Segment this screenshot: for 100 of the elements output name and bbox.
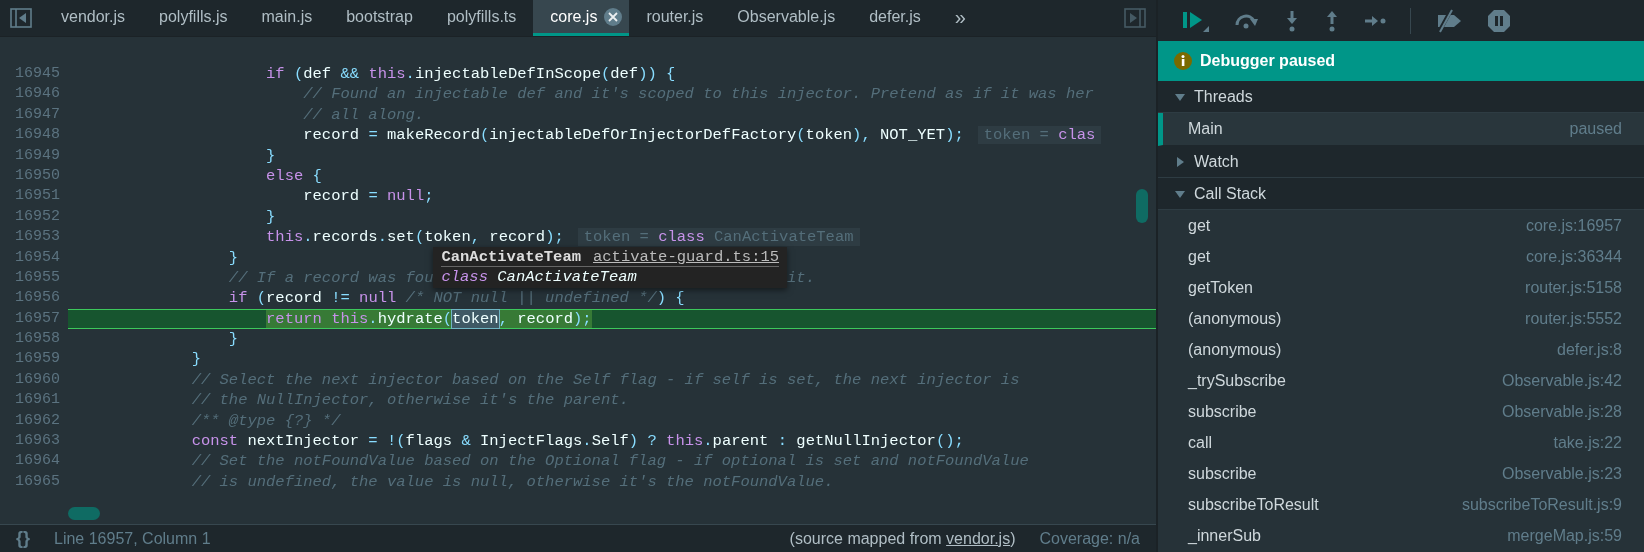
line-number[interactable]: 16951	[0, 186, 68, 207]
code-line: // the NullInjector, otherwise it's the parent.	[191, 391, 629, 410]
pretty-print-button[interactable]: {}	[16, 525, 30, 552]
frame-name[interactable]: (anonymous)	[1188, 337, 1282, 362]
code-line: }	[228, 248, 239, 267]
up-arrow-icon[interactable]	[1324, 9, 1340, 32]
line-number[interactable]: 16949	[0, 145, 68, 166]
line-number[interactable]: 16963	[0, 431, 68, 452]
code-line: if (record != null /* NOT null || undefined */) {	[228, 289, 685, 308]
overflow-button[interactable]: »	[937, 0, 983, 36]
frame-location[interactable]: take.js:22	[1553, 430, 1622, 455]
frame-name[interactable]: get	[1188, 213, 1211, 238]
frame-location[interactable]: core.js:16957	[1525, 213, 1622, 238]
code-line: }	[266, 207, 276, 226]
line-number[interactable]: 16961	[0, 390, 68, 411]
thread-status: paused	[1569, 119, 1622, 139]
code-line: // Select the next injector based on the Self flag - if self is set, the next injector is	[191, 370, 1020, 389]
banner-text: Debugger paused	[1200, 51, 1336, 71]
threads-header[interactable]: Threads	[1158, 81, 1644, 113]
line-number[interactable]: 16946	[0, 84, 68, 105]
frame-location[interactable]: router.js:5552	[1525, 306, 1622, 331]
info-icon	[1174, 52, 1192, 70]
line-number[interactable]: 16955	[0, 267, 68, 289]
file-tab[interactable]: core.js	[533, 0, 630, 36]
pause-icon[interactable]	[1487, 8, 1511, 33]
section-title: Call Stack	[1194, 183, 1267, 204]
file-tab[interactable]: Observable.js	[720, 0, 853, 36]
line-number[interactable]: 16952	[0, 206, 68, 228]
frame-name[interactable]: call	[1188, 430, 1212, 455]
frame-location[interactable]: mergeMap.js:59	[1507, 523, 1622, 548]
scrollbar-thumb[interactable]	[68, 507, 100, 520]
line-number[interactable]: 16948	[0, 125, 68, 146]
code-line: this.records.set(token, record);	[266, 228, 564, 247]
frame-name[interactable]: subscribeToResult	[1188, 492, 1319, 517]
file-tab[interactable]: router.js	[629, 0, 721, 36]
code-line: }	[191, 350, 201, 369]
call-stack-header[interactable]: Call Stack	[1158, 178, 1644, 210]
watch-header[interactable]: Watch	[1158, 146, 1644, 178]
frame-location[interactable]: Observable.js:42	[1501, 368, 1622, 393]
code-line: }	[228, 330, 239, 349]
code-line: /** @type {?} */	[191, 411, 341, 430]
file-tab[interactable]: polyfills.ts	[429, 0, 534, 36]
line-number[interactable]: 16958	[0, 329, 68, 350]
frame-location[interactable]: core.js:36344	[1525, 244, 1622, 269]
code-line: // If a record was fou	[228, 268, 434, 287]
code-line: // Set the notFoundValue based on the Optional flag - if optional is set and notFoundValue	[191, 452, 1029, 471]
code-line: // is undefined, the value is null, otherwise it's the notFoundValue.	[191, 472, 834, 491]
frame-name[interactable]: (anonymous)	[1188, 306, 1282, 331]
file-tab[interactable]: polyfills.js	[142, 0, 245, 36]
code-line: // Found an injectable def and it's scoped to this injector. Pretend as if it was her	[303, 85, 1094, 104]
line-number[interactable]: 16962	[0, 410, 68, 432]
cursor-position: Line 16957, Column 1	[54, 528, 211, 549]
down-arrow-icon[interactable]	[1284, 9, 1300, 32]
line-number[interactable]: 16956	[0, 288, 68, 309]
section-title: Watch	[1194, 151, 1239, 172]
frame-name[interactable]: get	[1188, 244, 1211, 269]
frame-location[interactable]: subscribeToResult.js:9	[1461, 492, 1622, 517]
tooltip-title: CanActivateTeam	[441, 247, 581, 266]
sidebar-toggle-icon[interactable]	[1124, 8, 1146, 28]
coverage-label: Coverage: n/a	[1039, 528, 1140, 549]
scrollbar-thumb[interactable]	[1136, 189, 1148, 223]
frame-name[interactable]: subscribe	[1188, 399, 1257, 424]
code-line: // all along.	[303, 105, 425, 124]
file-tab[interactable]: main.js	[244, 0, 330, 36]
code-line: record = null;	[303, 187, 434, 206]
file-tab[interactable]: vendor.js	[44, 0, 143, 36]
section-title: Threads	[1194, 86, 1253, 107]
line-number[interactable]: 16953	[0, 227, 68, 248]
file-tab[interactable]: bootstrap	[329, 0, 430, 36]
frame-name[interactable]: _innerSub	[1188, 523, 1261, 548]
line-number[interactable]: 16945	[0, 64, 68, 85]
line-number[interactable]: 16950	[0, 165, 68, 187]
frame-location[interactable]: router.js:5158	[1525, 275, 1622, 300]
frame-name[interactable]: subscribe	[1188, 461, 1257, 486]
code-line: }	[266, 146, 276, 165]
crossed-tag-icon[interactable]	[1435, 8, 1463, 33]
sidebar-toggle-icon[interactable]	[10, 8, 32, 28]
line-number[interactable]: 16947	[0, 104, 68, 126]
line-number[interactable]: 16960	[0, 369, 68, 391]
source-link[interactable]: vendor.js	[946, 529, 1011, 547]
code-line: if (def && this.injectableDefInScope(def)) {	[266, 65, 676, 83]
code-line: it.	[787, 268, 815, 287]
thread-name: Main	[1188, 119, 1223, 139]
collapsed-triangle-icon[interactable]	[1174, 155, 1186, 168]
close-icon[interactable]	[603, 6, 624, 27]
class-signature: class CanActivateTeam	[441, 268, 637, 287]
line-number[interactable]: 16965	[0, 471, 68, 493]
frame-name[interactable]: getToken	[1188, 275, 1253, 300]
line-number[interactable]: 16959	[0, 349, 68, 370]
source-link[interactable]: activate-guard.ts:15	[593, 247, 780, 266]
frame-location[interactable]: Observable.js:23	[1501, 461, 1622, 486]
line-number[interactable]: 16964	[0, 451, 68, 472]
thread-row[interactable]: Main paused	[1158, 113, 1644, 146]
frame-name[interactable]: _trySubscribe	[1188, 368, 1286, 393]
file-tab[interactable]: defer.js	[852, 0, 938, 36]
line-number[interactable]: 16957	[0, 308, 68, 330]
frame-location[interactable]: defer.js:8	[1557, 337, 1622, 362]
frame-location[interactable]: Observable.js:28	[1501, 399, 1622, 424]
source-map-info: (source mapped from vendor.js)	[789, 528, 1016, 549]
line-number[interactable]: 16954	[0, 247, 68, 268]
